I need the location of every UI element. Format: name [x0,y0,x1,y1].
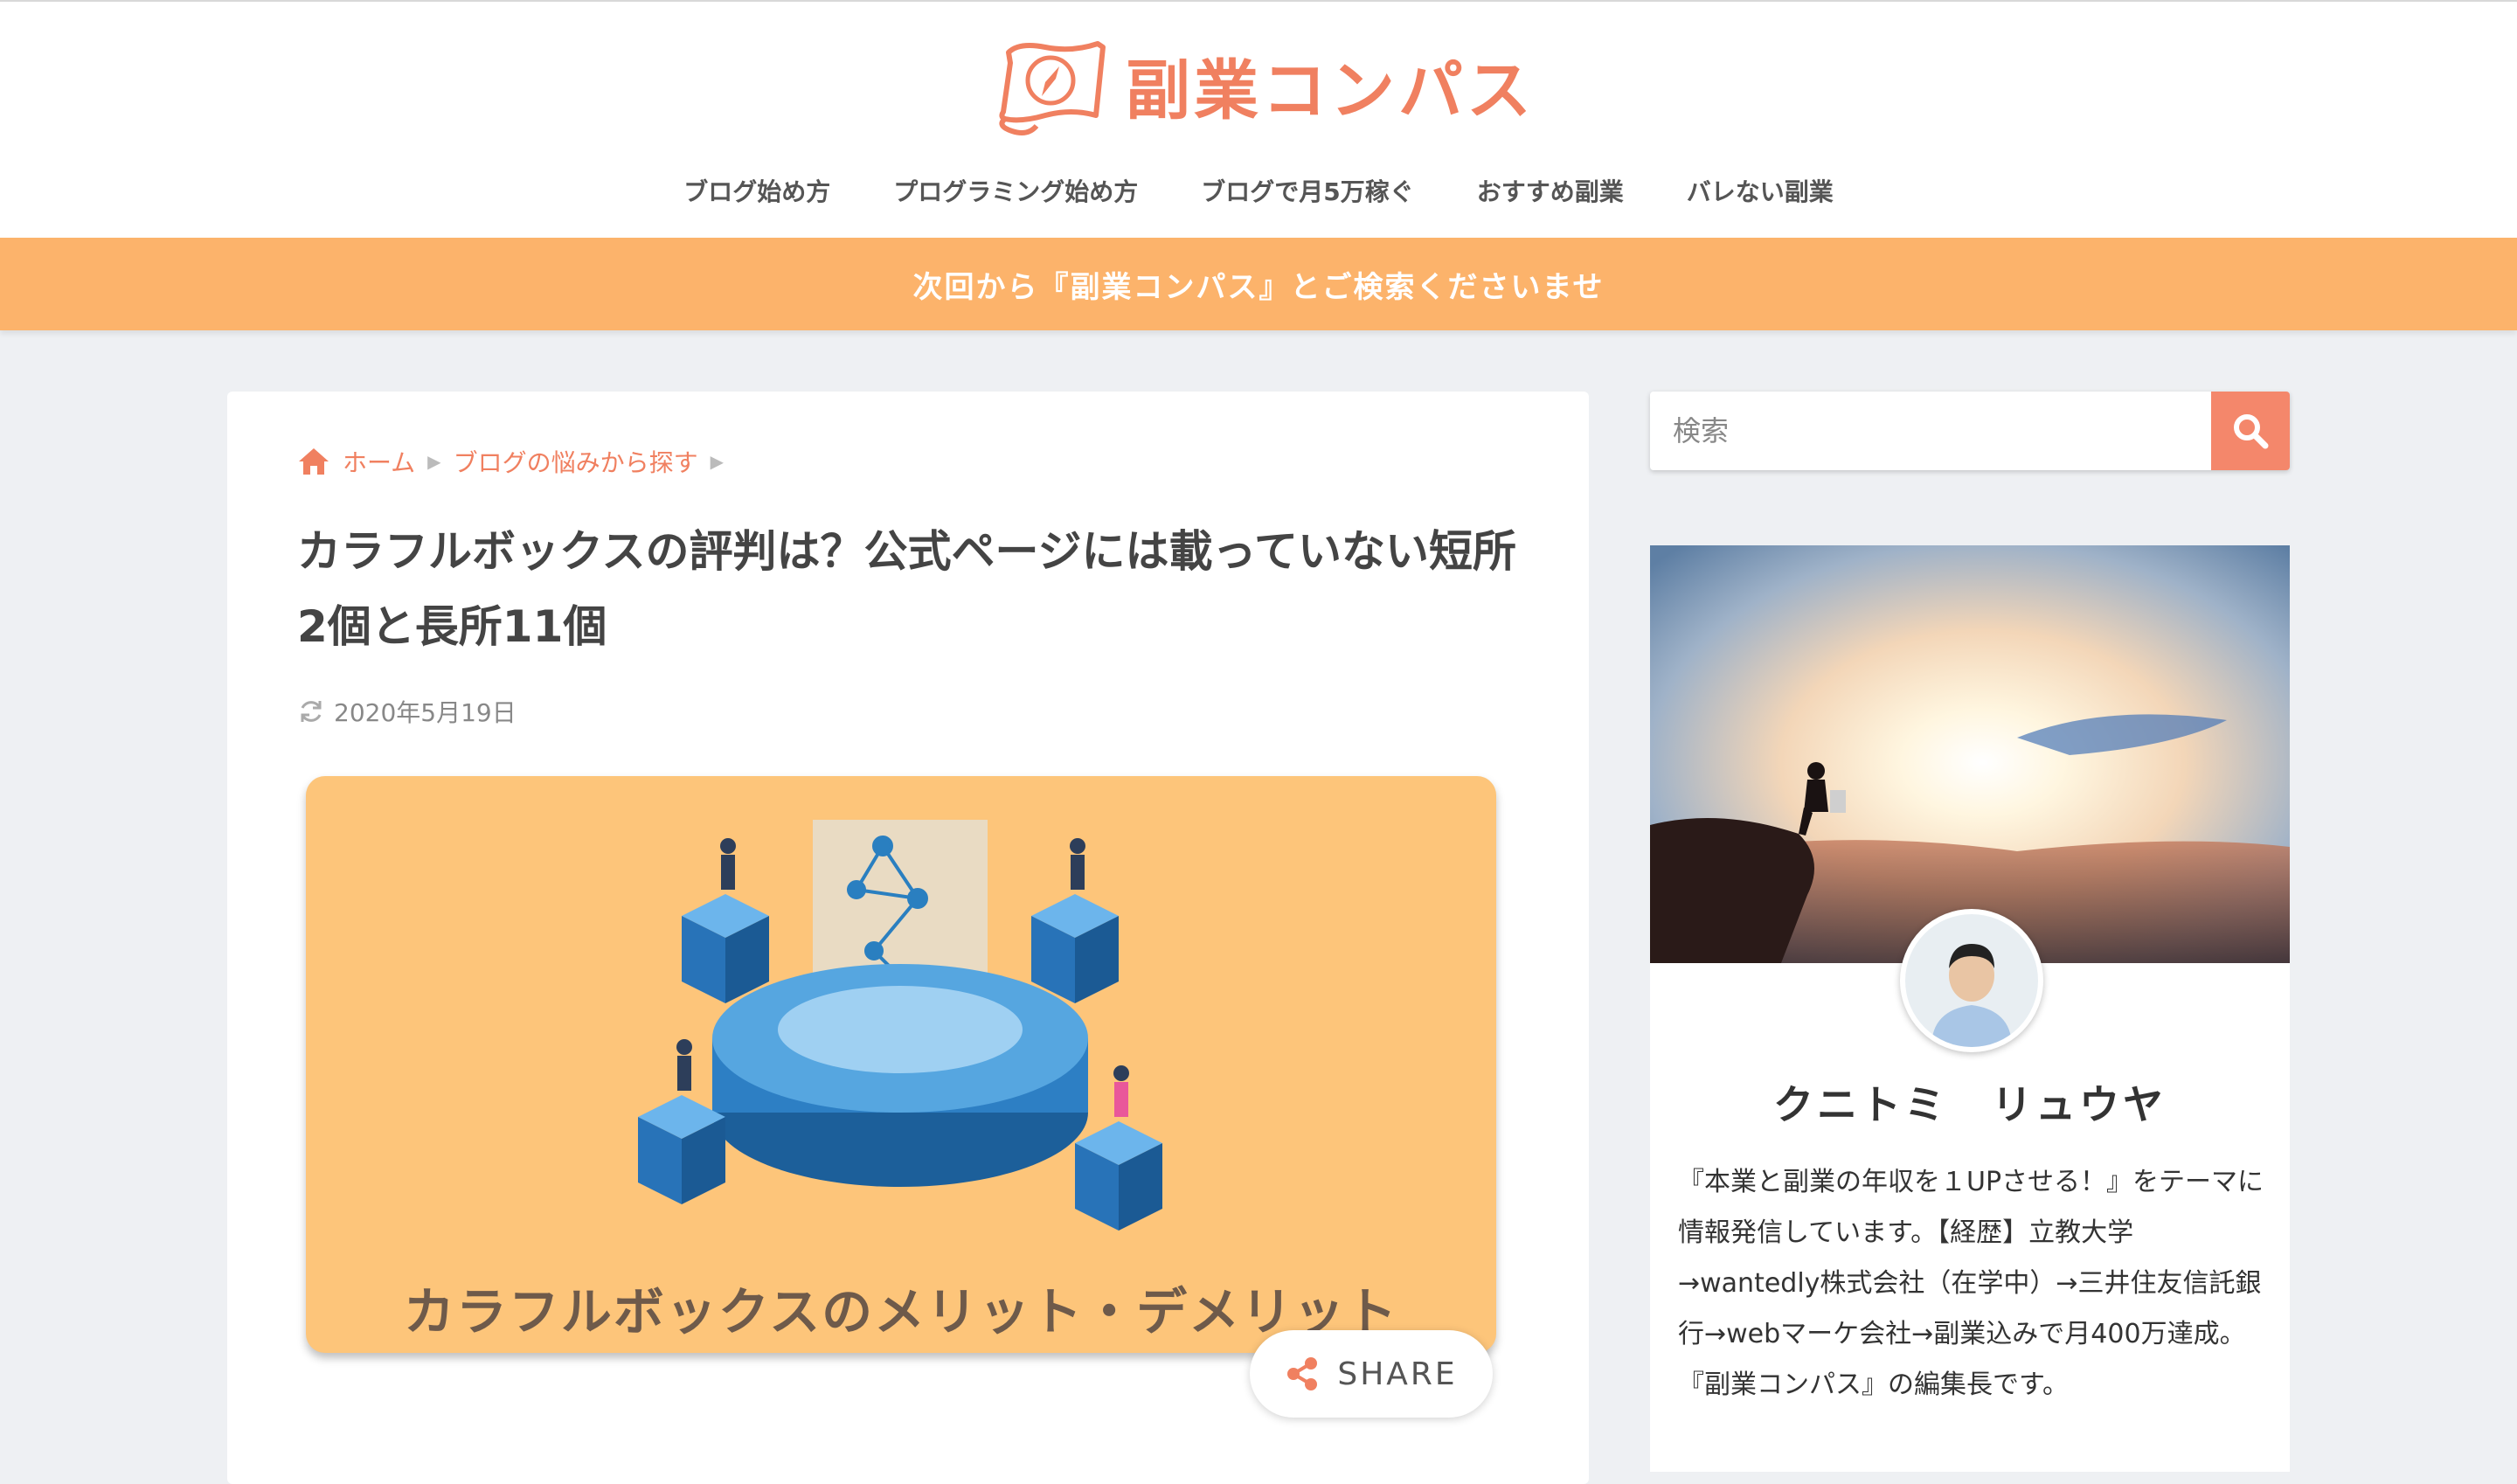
share-label: SHARE [1337,1356,1458,1392]
search-button[interactable] [2211,392,2290,470]
global-nav: ブログ始め方 プログラミング始め方 ブログで月5万稼ぐ おすすめ副業 バレない副… [0,166,2517,218]
site-logo[interactable]: 副業コンパス [993,28,1535,142]
home-icon [297,447,330,476]
notice-text: 次回から『副業コンパス』とご検索くださいませ [912,269,1605,305]
article-card: ホーム ▶ ブログの悩みから探す ▶ カラフルボックスの評判は？公式ページには載… [227,392,1589,1484]
nav-item-programming-start[interactable]: プログラミング始め方 [893,166,1138,218]
updated-date: 2020年5月19日 [297,692,517,731]
notice-bar: 次回から『副業コンパス』とご検索くださいませ [0,238,2517,330]
profile-name: クニトミ リュウヤ [1773,1081,2167,1128]
nav-item-blog-start[interactable]: ブログ始め方 [683,166,830,218]
profile-widget: クニトミ リュウヤ 『本業と副業の年収を１UPさせる！』をテーマに情報発信してい… [1650,545,2290,1472]
search-input[interactable] [1650,392,2209,470]
profile-bio: 『本業と副業の年収を１UPさせる！』をテーマに情報発信しています。【経歴】立教大… [1678,1167,2264,1400]
article-title: カラフルボックスの評判は？公式ページには載っていない短所2個と長所11個 [297,526,1516,652]
server-network-illustration [638,820,1162,1231]
date-text: 2020年5月19日 [334,698,517,727]
nav-item-blog-earn[interactable]: ブログで月5万稼ぐ [1201,166,1413,218]
caret-right-icon: ▶ [710,451,724,472]
profile-cover-image [1650,545,2290,963]
eyecatch-image: カラフルボックスのメリット・デメリット [306,776,1496,1353]
nav-item-recommended-sidejob[interactable]: おすすめ副業 [1477,166,1624,218]
compass-map-logo-icon [999,41,1106,135]
site-header: 副業コンパス ブログ始め方 プログラミング始め方 ブログで月5万稼ぐ おすすめ副… [0,0,2517,238]
nav-item-secret-sidejob[interactable]: バレない副業 [1687,166,1834,218]
caret-right-icon: ▶ [427,451,441,472]
share-icon [1287,1357,1318,1390]
avatar [1900,909,2043,1052]
profile-photo [1905,914,2038,1047]
breadcrumb: ホーム ▶ ブログの悩みから探す ▶ [297,440,724,482]
refresh-icon [301,701,322,722]
search-icon [2234,414,2269,449]
breadcrumb-home[interactable]: ホーム [343,444,415,479]
search-box [1650,392,2290,470]
logo-text: 副業コンパス [1126,52,1535,128]
mountain-sunrise-image [1650,545,2290,963]
share-button[interactable]: SHARE [1250,1330,1493,1418]
breadcrumb-category[interactable]: ブログの悩みから探す [454,444,698,479]
